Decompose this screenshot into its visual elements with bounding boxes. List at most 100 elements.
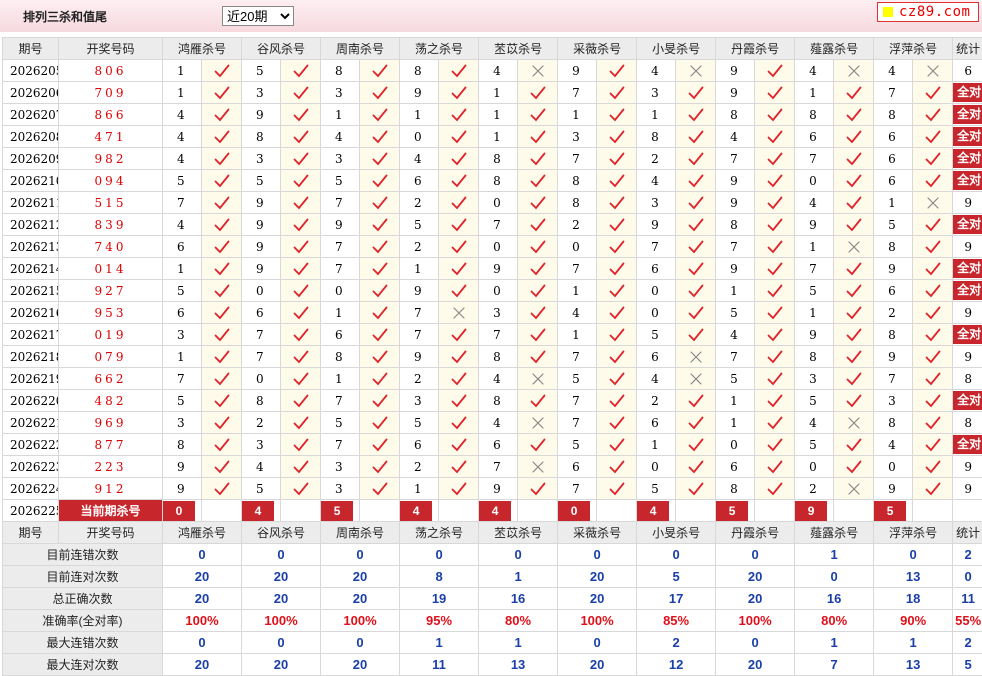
check-icon [530,174,546,188]
check-icon [293,284,309,298]
pick-number: 1 [335,108,343,122]
summary-value: 0 [953,566,982,588]
pick-cell: 2 [637,148,676,170]
column-header-expert[interactable]: 鸿雁杀号 [163,38,242,60]
result-cell [834,214,874,236]
column-header-expert[interactable]: 丹霞杀号 [716,522,795,544]
summary-value: 0 [242,632,321,654]
result-cell [202,324,242,346]
check-icon [372,372,388,386]
column-header-expert[interactable]: 谷风杀号 [242,522,321,544]
summary-value-text: 0 [752,635,759,650]
result-cell [360,434,400,456]
column-header-expert[interactable]: 荡之杀号 [400,522,479,544]
summary-value-text: 20 [590,591,604,606]
check-icon [293,438,309,452]
summary-value: 20 [163,566,242,588]
draw-cell: 515 [59,192,163,214]
pick-number: 1 [651,108,659,122]
pick-number: 1 [493,86,501,100]
pick-number: 7 [572,152,580,166]
check-icon [214,482,230,496]
check-icon [293,152,309,166]
pick-cell: 0 [479,192,518,214]
pick-number: 7 [888,372,896,386]
column-header-expert[interactable]: 鸿雁杀号 [163,522,242,544]
result-cell [360,214,400,236]
all-correct-badge: 全对 [953,127,982,146]
check-icon [767,152,783,166]
check-icon [688,306,704,320]
check-icon [767,394,783,408]
summary-value: 2 [953,632,982,654]
result-cell [676,60,716,82]
pick-cell: 1 [321,368,360,390]
result-cell [202,192,242,214]
column-header-expert[interactable]: 薤露杀号 [795,38,874,60]
result-cell [676,148,716,170]
column-header-expert[interactable]: 采薇杀号 [558,522,637,544]
result-cell [676,368,716,390]
current-pick-badge: 4 [637,501,669,521]
column-header-expert[interactable]: 谷风杀号 [242,38,321,60]
result-cell [439,170,479,192]
result-cell [676,324,716,346]
check-icon [688,284,704,298]
stat-cell: 9 [953,192,982,214]
pick-number: 7 [572,350,580,364]
summary-value-text: 2 [965,547,972,562]
column-header-expert[interactable]: 小旻杀号 [637,38,716,60]
pick-number: 5 [651,328,659,342]
pick-cell: 1 [874,192,913,214]
column-header-expert[interactable]: 丹霞杀号 [716,38,795,60]
result-cell [360,324,400,346]
draw-number: 877 [95,438,127,452]
all-correct-badge: 全对 [953,149,982,168]
pick-cell: 9 [400,82,439,104]
pick-cell: 4 [400,148,439,170]
column-header-expert[interactable]: 苤苡杀号 [479,522,558,544]
column-header-expert[interactable]: 采薇杀号 [558,38,637,60]
pick-cell: 9 [242,192,281,214]
pick-cell: 5 [637,324,676,346]
all-correct-badge: 全对 [953,259,982,278]
column-header-expert[interactable]: 荡之杀号 [400,38,479,60]
check-icon [293,372,309,386]
draw-cell: 019 [59,324,163,346]
result-cell [202,104,242,126]
column-header-expert[interactable]: 薤露杀号 [795,522,874,544]
pick-number: 1 [493,108,501,122]
check-icon [451,174,467,188]
column-header-expert[interactable]: 浮萍杀号 [874,522,953,544]
summary-value-text: 95% [426,613,452,628]
result-cell [913,170,953,192]
check-icon [925,328,941,342]
pick-cell: 6 [479,434,518,456]
column-header-expert[interactable]: 小旻杀号 [637,522,716,544]
summary-value-text: 20 [748,591,762,606]
issue-number: 2026222 [10,438,59,452]
summary-value: 17 [637,588,716,610]
result-cell [202,82,242,104]
pick-number: 6 [414,438,422,452]
pick-number: 6 [177,306,185,320]
column-header-expert[interactable]: 苤苡杀号 [479,38,558,60]
column-header-expert[interactable]: 浮萍杀号 [874,38,953,60]
result-cell [597,302,637,324]
column-header-expert[interactable]: 周南杀号 [321,38,400,60]
pick-number: 0 [493,284,501,298]
table-row: 20262128394995729895全对 [3,214,982,236]
summary-value: 1 [400,632,479,654]
draw-number: 982 [95,152,127,166]
period-select[interactable]: 近20期 [222,6,294,26]
pick-cell: 7 [163,192,202,214]
result-cell [597,390,637,412]
site-logo[interactable]: cz89.com [877,2,979,22]
check-icon [372,240,388,254]
summary-value-text: 90% [900,613,926,628]
result-cell [360,82,400,104]
current-pick-cell: 5 [874,500,913,522]
check-icon [372,460,388,474]
column-header-expert[interactable]: 周南杀号 [321,522,400,544]
stat-value: 9 [964,350,972,364]
